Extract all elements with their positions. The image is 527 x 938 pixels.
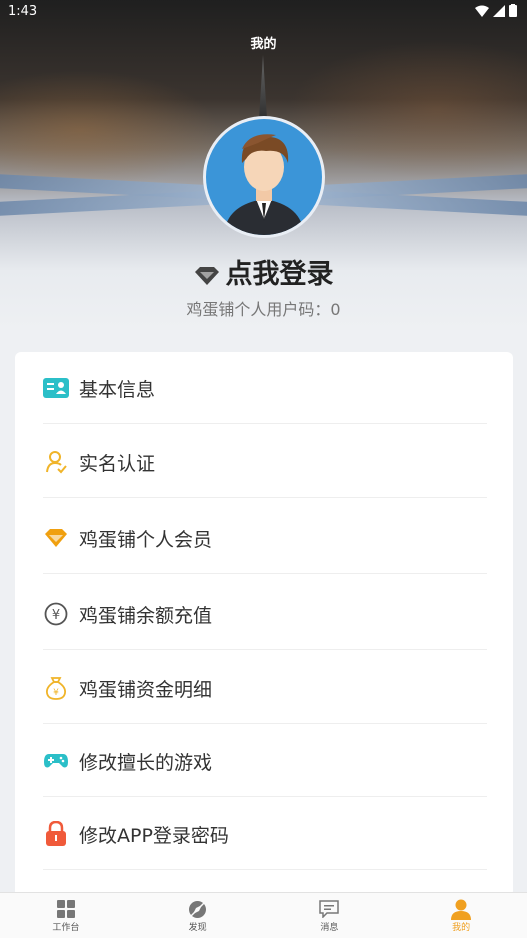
wifi-icon: [475, 5, 489, 17]
tab-workbench[interactable]: 工作台: [0, 893, 132, 938]
menu-item-recharge[interactable]: ¥ 鸡蛋铺余额充值: [43, 578, 487, 650]
user-check-icon: [43, 449, 69, 475]
tab-label: 工作台: [52, 923, 80, 933]
gamepad-icon: [43, 748, 69, 774]
message-icon: [319, 898, 340, 920]
user-code: 鸡蛋铺个人用户码：0: [186, 300, 341, 319]
person-icon: [451, 898, 472, 920]
menu-item-fund-details[interactable]: ¥ 鸡蛋铺资金明细: [43, 652, 487, 724]
status-bar: 1:43: [0, 0, 527, 24]
yen-circle-icon: ¥: [43, 601, 69, 627]
menu-item-change-password[interactable]: 修改APP登录密码: [43, 798, 487, 870]
menu-item-real-name[interactable]: 实名认证: [43, 426, 487, 498]
page-title: 我的: [250, 37, 277, 52]
menu-item-membership[interactable]: 鸡蛋铺个人会员: [43, 502, 487, 574]
id-card-icon: [43, 375, 69, 401]
avatar[interactable]: [203, 116, 325, 238]
signal-icon: [493, 4, 505, 17]
tab-label: 发现: [188, 923, 207, 933]
menu-card: 基本信息 实名认证 鸡蛋铺个人会员 ¥ 鸡蛋铺余额充值 ¥ 鸡蛋铺资金明细 修改…: [15, 352, 513, 897]
tab-bar: 工作台 发现 消息 我的: [0, 892, 527, 938]
menu-item-favorite-games[interactable]: 修改擅长的游戏: [43, 725, 487, 797]
login-button[interactable]: 点我登录: [0, 252, 527, 291]
diamond-icon: [43, 525, 69, 551]
battery-icon: [509, 4, 517, 17]
tab-label: 我的: [452, 923, 471, 933]
tab-messages[interactable]: 消息: [264, 893, 396, 938]
compass-icon: [188, 898, 207, 920]
login-label: 点我登录: [225, 259, 334, 290]
money-bag-icon: ¥: [43, 675, 69, 701]
menu-item-label: 基本信息: [79, 378, 156, 401]
menu-item-label: 鸡蛋铺余额充值: [79, 604, 213, 627]
svg-text:¥: ¥: [52, 608, 60, 623]
menu-item-label: 鸡蛋铺资金明细: [79, 678, 213, 701]
tab-discover[interactable]: 发现: [132, 893, 264, 938]
menu-item-label: 鸡蛋铺个人会员: [79, 528, 213, 551]
grid-icon: [56, 898, 75, 920]
diamond-icon: [194, 266, 219, 285]
menu-item-basic-info[interactable]: 基本信息: [43, 352, 487, 424]
menu-item-label: 实名认证: [79, 452, 156, 475]
menu-item-label: 修改APP登录密码: [79, 824, 229, 847]
menu-item-label: 修改擅长的游戏: [79, 751, 213, 774]
tab-label: 消息: [320, 923, 339, 933]
status-time: 1:43: [8, 4, 38, 19]
lock-icon: [43, 821, 69, 847]
svg-text:¥: ¥: [53, 688, 59, 698]
tab-mine[interactable]: 我的: [395, 893, 527, 938]
